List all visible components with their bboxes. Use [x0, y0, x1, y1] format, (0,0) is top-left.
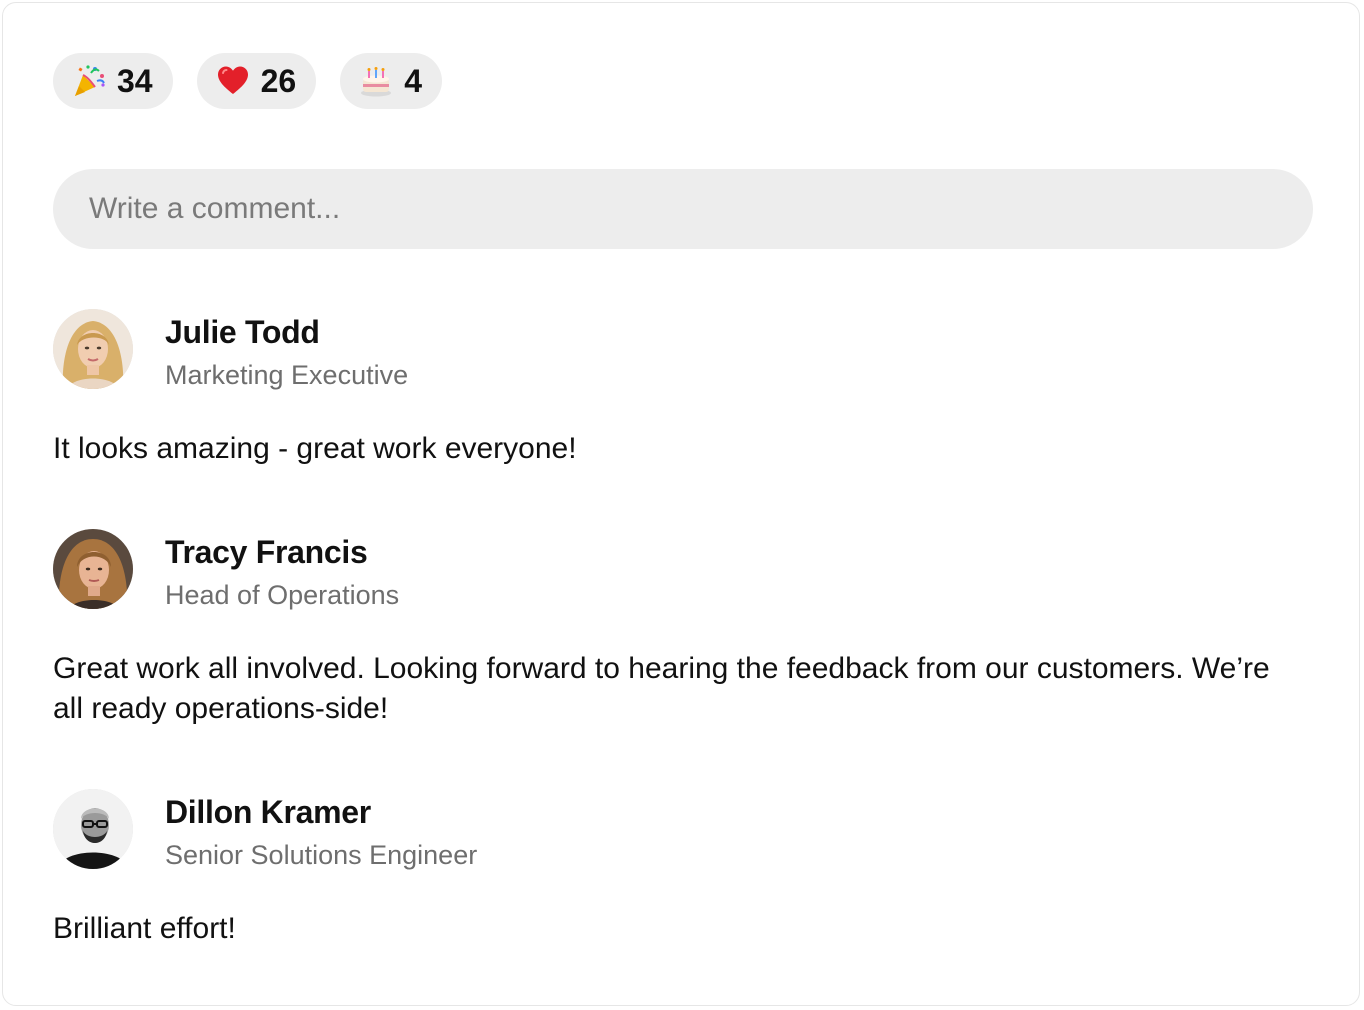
author-role: Senior Solutions Engineer: [165, 840, 478, 870]
reaction-heart-button[interactable]: 26: [196, 53, 317, 109]
comment-input[interactable]: [53, 169, 1313, 249]
comments-card: 34 26 4 Write a comment... Julie Todd Ma…: [2, 2, 1360, 1006]
reaction-count: 4: [404, 62, 422, 99]
comment-author-row: Tracy Francis Head of Operations: [53, 529, 1313, 611]
reaction-count: 26: [260, 62, 297, 99]
reaction-count: 34: [117, 62, 153, 99]
comment-item: Tracy Francis Head of Operations Great w…: [53, 529, 1313, 729]
comment-item: Julie Todd Marketing Executive It looks …: [53, 309, 1313, 469]
author-role: Head of Operations: [165, 580, 400, 610]
comment-author-row: Dillon Kramer Senior Solutions Engineer: [53, 789, 1313, 871]
author-name[interactable]: Julie Todd: [165, 313, 408, 351]
comment-text: It looks amazing - great work everyone!: [53, 432, 577, 465]
author-name[interactable]: Tracy Francis: [165, 533, 399, 571]
author-name[interactable]: Dillon Kramer: [165, 793, 477, 831]
comment-text: Great work all involved. Looking forward…: [53, 652, 1270, 725]
avatar[interactable]: [53, 529, 133, 609]
comment-text: Brilliant effort!: [53, 912, 236, 945]
party-popper-icon: [71, 63, 107, 99]
reactions-bar: 34 26 4: [53, 53, 442, 109]
comment-author-row: Julie Todd Marketing Executive: [53, 309, 1313, 391]
red-heart-icon: [215, 63, 251, 99]
author-role: Marketing Executive: [165, 360, 409, 390]
avatar[interactable]: [53, 309, 133, 389]
comment-item: Dillon Kramer Senior Solutions Engineer …: [53, 789, 1313, 949]
avatar[interactable]: [53, 789, 133, 869]
birthday-cake-icon: [358, 63, 394, 99]
reaction-party-button[interactable]: 34: [53, 53, 173, 109]
reaction-cake-button[interactable]: 4: [340, 53, 442, 109]
